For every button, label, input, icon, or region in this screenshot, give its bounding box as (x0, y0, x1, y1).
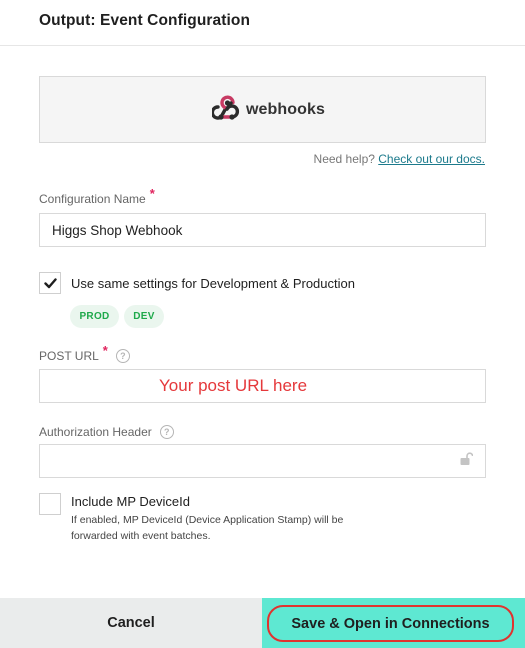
page-title: Output: Event Configuration (39, 12, 251, 29)
same-settings-label: Use same settings for Development & Prod… (71, 276, 355, 291)
help-question-icon[interactable]: ? (115, 348, 130, 363)
help-prefix: Need help? (313, 152, 375, 166)
integration-logo-banner: webhooks (39, 76, 486, 143)
required-indicator: * (102, 343, 108, 358)
authorization-header-label: Authorization Header ? (39, 425, 174, 439)
cancel-button[interactable]: Cancel (0, 598, 262, 648)
checkmark-icon (43, 277, 57, 288)
device-id-checkbox[interactable] (39, 493, 61, 515)
env-pill-dev[interactable]: DEV (124, 305, 164, 328)
docs-link[interactable]: Check out our docs. (378, 152, 485, 166)
post-url-annotation: Your post URL here (159, 376, 308, 395)
post-url-label: POST URL * ? (39, 343, 130, 363)
lock-icon[interactable] (459, 452, 473, 466)
device-id-description: If enabled, MP DeviceId (Device Applicat… (71, 514, 344, 542)
configuration-name-label-text: Configuration Name (39, 191, 146, 206)
env-pill-prod[interactable]: PROD (70, 305, 119, 328)
configuration-name-label: Configuration Name * (39, 186, 155, 206)
required-indicator: * (149, 186, 155, 201)
post-url-label-text: POST URL (39, 348, 99, 363)
authorization-header-label-text: Authorization Header (39, 425, 152, 439)
panel-header: Output: Event Configuration (0, 0, 525, 46)
webhooks-logo-icon (212, 95, 240, 120)
device-id-label: Include MP DeviceId (71, 494, 190, 509)
same-settings-checkbox[interactable] (39, 272, 61, 294)
help-line: Need help? Check out our docs. (314, 152, 485, 166)
save-open-connections-button[interactable]: Save & Open in Connections (267, 605, 514, 642)
webhooks-logo: webhooks (212, 94, 325, 126)
footer-actions: Cancel Save & Open in Connections (0, 598, 525, 648)
configuration-name-input[interactable]: Higgs Shop Webhook (39, 213, 486, 247)
authorization-header-input[interactable] (39, 444, 486, 478)
save-button-area: Save & Open in Connections (262, 598, 525, 648)
webhooks-logo-text: webhooks (246, 101, 326, 118)
help-question-icon[interactable]: ? (159, 425, 174, 439)
configuration-name-value: Higgs Shop Webhook (52, 222, 183, 238)
